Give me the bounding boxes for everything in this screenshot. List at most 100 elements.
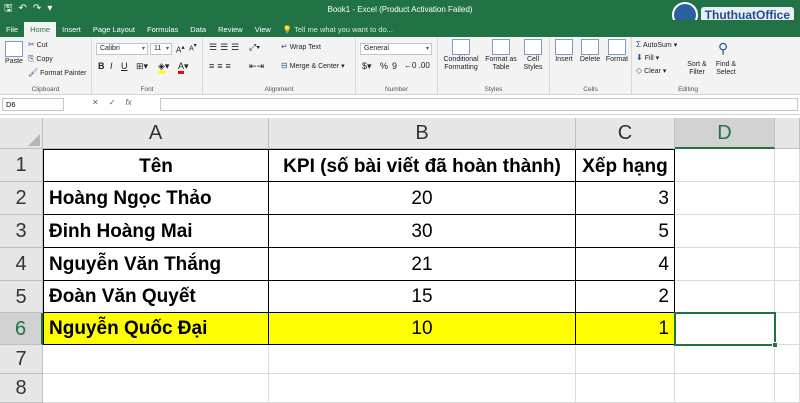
column-header-c[interactable]: C [576,118,675,149]
grid-cell[interactable] [775,345,800,374]
decimal-buttons[interactable]: ←0 .00 [404,61,430,70]
header-cell-kpi[interactable]: KPI (số bài viết đã hoàn thành) [269,149,576,182]
currency-button[interactable]: $▾ [362,61,372,72]
insert-cells-button[interactable]: Insert [552,39,576,63]
grid-cell[interactable] [675,182,775,215]
borders-icon[interactable]: ⊞▾ [136,61,148,72]
magnifier-icon[interactable]: ⚲ [718,40,728,57]
column-header-a[interactable]: A [43,118,269,149]
conditional-formatting-button[interactable]: Conditional Formatting [440,39,482,72]
select-all-button[interactable] [0,118,43,149]
row-header-7[interactable]: 7 [0,345,43,374]
tab-view[interactable]: View [249,22,277,37]
grid-cell[interactable] [43,345,269,374]
delete-cells-button[interactable]: Delete [578,39,602,63]
table-cell-kpi[interactable]: 15 [269,281,576,313]
tab-page-layout[interactable]: Page Layout [87,22,141,37]
row-header-5[interactable]: 5 [0,281,43,313]
tab-home[interactable]: Home [24,22,57,37]
sort-filter-button[interactable]: Sort & Filter [684,61,710,77]
header-cell-name[interactable]: Tên [43,149,269,182]
enter-icon[interactable]: ✓ [109,98,116,107]
wrap-text-button[interactable]: ↵ Wrap Text [281,42,321,51]
table-cell-rank[interactable]: 4 [576,248,675,281]
table-cell-rank-highlighted[interactable]: 1 [576,313,675,345]
shrink-font-button[interactable]: A▾ [189,43,197,52]
table-cell-rank[interactable]: 2 [576,281,675,313]
grid-cell[interactable] [576,374,675,403]
grid-cell[interactable] [675,149,775,182]
table-cell-rank[interactable]: 3 [576,182,675,215]
grid-cell[interactable] [775,149,800,182]
grid-cell[interactable] [775,182,800,215]
comma-button[interactable]: 9 [392,61,397,71]
table-cell-kpi[interactable]: 30 [269,215,576,248]
tab-formulas[interactable]: Formulas [141,22,184,37]
underline-button[interactable]: U [121,61,128,71]
header-cell-rank[interactable]: Xếp hạng [576,149,675,182]
table-cell-name[interactable]: Đoàn Văn Quyết [43,281,269,313]
autosum-button[interactable]: Σ AutoSum ▾ [636,40,677,49]
merge-center-button[interactable]: ⊟ Merge & Center ▾ [281,61,345,70]
table-cell-name-highlighted[interactable]: Nguyễn Quốc Đại [43,313,269,345]
table-cell-rank[interactable]: 5 [576,215,675,248]
grid-cell[interactable] [675,281,775,313]
bold-button[interactable]: B [98,61,105,71]
tab-file[interactable]: File [0,22,24,37]
indent-icons[interactable]: ⇤⇥ [249,61,264,72]
cell-styles-button[interactable]: Cell Styles [520,39,546,72]
column-header-d[interactable]: D [675,118,775,149]
grid-cell[interactable] [775,313,800,345]
cut-button[interactable]: ✂ Cut [28,40,48,49]
fill-handle[interactable] [772,342,778,348]
table-cell-kpi[interactable]: 21 [269,248,576,281]
tab-data[interactable]: Data [184,22,212,37]
row-header-8[interactable]: 8 [0,374,43,403]
row-header-2[interactable]: 2 [0,182,43,215]
table-cell-name[interactable]: Nguyễn Văn Thắng [43,248,269,281]
grid-cell[interactable] [269,374,576,403]
font-color-icon[interactable]: A▾ [178,61,189,74]
table-cell-name[interactable]: Hoàng Ngọc Thảo [43,182,269,215]
name-box[interactable]: D6 [2,98,64,111]
grid-cell[interactable] [775,281,800,313]
orientation-icon[interactable]: ⤢▾ [249,42,260,53]
cancel-icon[interactable]: ✕ [92,98,99,107]
table-cell-kpi-highlighted[interactable]: 10 [269,313,576,345]
percent-button[interactable]: % [380,61,388,71]
grid-cell[interactable] [675,345,775,374]
column-header-e[interactable] [775,118,800,149]
italic-button[interactable]: I [110,61,113,71]
horizontal-align-icons[interactable]: ≡≡≡ [209,61,234,71]
row-header-6[interactable]: 6 [0,313,43,345]
format-painter-button[interactable]: 🖌 Format Painter [28,68,86,77]
fill-button[interactable]: ⬇ Fill ▾ [636,53,659,62]
table-cell-kpi[interactable]: 20 [269,182,576,215]
tab-review[interactable]: Review [212,22,249,37]
row-header-3[interactable]: 3 [0,215,43,248]
grid-cell[interactable] [675,248,775,281]
grid-cell[interactable] [675,215,775,248]
tab-insert[interactable]: Insert [56,22,87,37]
copy-button[interactable]: ⎘ Copy [28,54,53,64]
tell-me-box[interactable]: 💡 Tell me what you want to do... [277,22,393,37]
format-as-table-button[interactable]: Format as Table [484,39,518,72]
fill-color-icon[interactable]: ◈▾ [158,61,169,74]
row-header-4[interactable]: 4 [0,248,43,281]
grid-cell[interactable] [775,215,800,248]
find-select-button[interactable]: Find & Select [712,61,740,77]
column-header-b[interactable]: B [269,118,576,149]
number-format-select[interactable]: General ▾ [360,43,432,55]
fx-icon[interactable]: fx [125,98,131,107]
font-name-select[interactable]: Calibri ▾ [96,43,148,55]
grid-cell[interactable] [576,345,675,374]
grid-cell[interactable] [43,374,269,403]
row-header-1[interactable]: 1 [0,149,43,182]
grid-cell[interactable] [775,374,800,403]
grid-cell[interactable] [269,345,576,374]
table-cell-name[interactable]: Đinh Hoàng Mai [43,215,269,248]
grid-cell[interactable] [775,248,800,281]
formula-input[interactable] [160,98,798,111]
vertical-align-icons[interactable]: ☰☰☰ [209,42,242,53]
font-size-select[interactable]: 11 ▾ [150,43,172,55]
